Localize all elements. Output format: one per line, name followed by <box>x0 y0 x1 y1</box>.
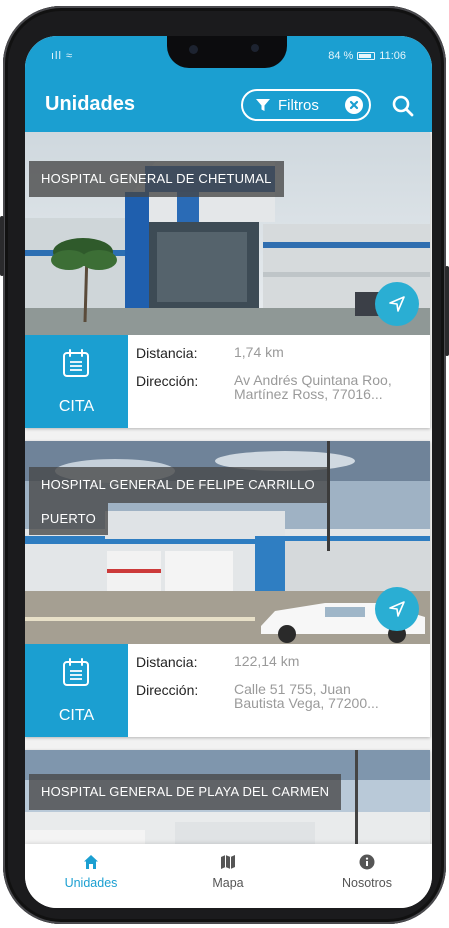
phone-frame: ıll ≈ 84 % 11:06 Unidades Filtros HOSPIT… <box>0 6 449 924</box>
address-label: Dirección: <box>136 373 199 389</box>
cita-label: CITA <box>58 707 95 724</box>
address-line-1: Av Andrés Quintana Roo, <box>234 372 392 388</box>
navigate-button[interactable] <box>375 587 419 631</box>
card-title-line-2: PUERTO <box>29 503 108 535</box>
nav-label: Nosotros <box>341 876 393 890</box>
status-right: 84 % 11:06 <box>328 50 406 62</box>
sensor-icon <box>251 44 259 52</box>
hospital-info: Distancia: 1,74 km Dirección: Av Andrés … <box>128 335 430 428</box>
navigation-arrow-icon <box>389 296 405 312</box>
screen: ıll ≈ 84 % 11:06 Unidades Filtros HOSPIT… <box>25 36 432 908</box>
volume-button <box>0 216 4 276</box>
bottom-navigation: Unidades Mapa Nosotros <box>25 844 432 908</box>
battery-percent: 84 % <box>328 50 354 62</box>
cita-button[interactable]: CITA <box>25 335 128 428</box>
hospital-card[interactable]: HOSPITAL GENERAL DE FELIPE CARRILLO PUER… <box>25 441 430 737</box>
nav-item-unidades[interactable]: Unidades <box>41 854 141 890</box>
home-icon <box>84 855 98 869</box>
address-line-1: Calle 51 755, Juan <box>234 681 351 697</box>
camera-notch <box>167 36 287 68</box>
power-button <box>445 266 449 356</box>
hospital-info: Distancia: 122,14 km Dirección: Calle 51… <box>128 644 430 737</box>
distance-value: 1,74 km <box>234 344 284 360</box>
address-line-2: Bautista Vega, 77200... <box>234 695 379 711</box>
page-title: Unidades <box>45 93 136 115</box>
calendar-icon <box>63 349 89 377</box>
hospital-list[interactable]: HOSPITAL GENERAL DE CHETUMAL CITA Distan… <box>25 132 432 844</box>
navigate-button[interactable] <box>375 282 419 326</box>
card-title: HOSPITAL GENERAL DE FELIPE CARRILLO <box>29 467 327 503</box>
filter-chip[interactable]: Filtros <box>241 89 371 121</box>
nav-item-mapa[interactable]: Mapa <box>178 854 278 890</box>
hospital-card[interactable]: HOSPITAL GENERAL DE CHETUMAL CITA Distan… <box>25 132 430 428</box>
funnel-icon <box>256 99 270 111</box>
search-icon[interactable] <box>390 93 416 119</box>
card-title: HOSPITAL GENERAL DE CHETUMAL <box>29 161 284 197</box>
distance-value: 122,14 km <box>234 653 300 669</box>
nav-label: Unidades <box>64 876 118 890</box>
status-bar: ıll ≈ 84 % 11:06 <box>25 36 432 80</box>
distance-label: Distancia: <box>136 654 198 670</box>
hospital-card[interactable]: HOSPITAL GENERAL DE PLAYA DEL CARMEN <box>25 750 430 844</box>
address-line-2: Martínez Ross, 77016... <box>234 386 383 402</box>
cita-label: CITA <box>58 398 95 415</box>
cita-button[interactable]: CITA <box>25 644 128 737</box>
nav-item-nosotros[interactable]: Nosotros <box>317 854 417 890</box>
clock: 11:06 <box>379 50 406 62</box>
camera-lens-icon <box>189 45 198 54</box>
distance-label: Distancia: <box>136 345 198 361</box>
nav-label: Mapa <box>212 876 244 890</box>
app-bar: Unidades Filtros <box>25 80 432 132</box>
signal-indicator: ıll ≈ <box>51 50 74 62</box>
close-circle-icon[interactable] <box>345 96 363 114</box>
card-title: HOSPITAL GENERAL DE PLAYA DEL CARMEN <box>29 774 342 810</box>
calendar-icon <box>63 658 89 686</box>
navigation-arrow-icon <box>389 601 405 617</box>
address-label: Dirección: <box>136 682 199 698</box>
battery-icon <box>357 52 376 60</box>
map-icon <box>221 855 235 869</box>
info-icon <box>359 854 375 870</box>
filter-label: Filtros <box>278 96 319 114</box>
